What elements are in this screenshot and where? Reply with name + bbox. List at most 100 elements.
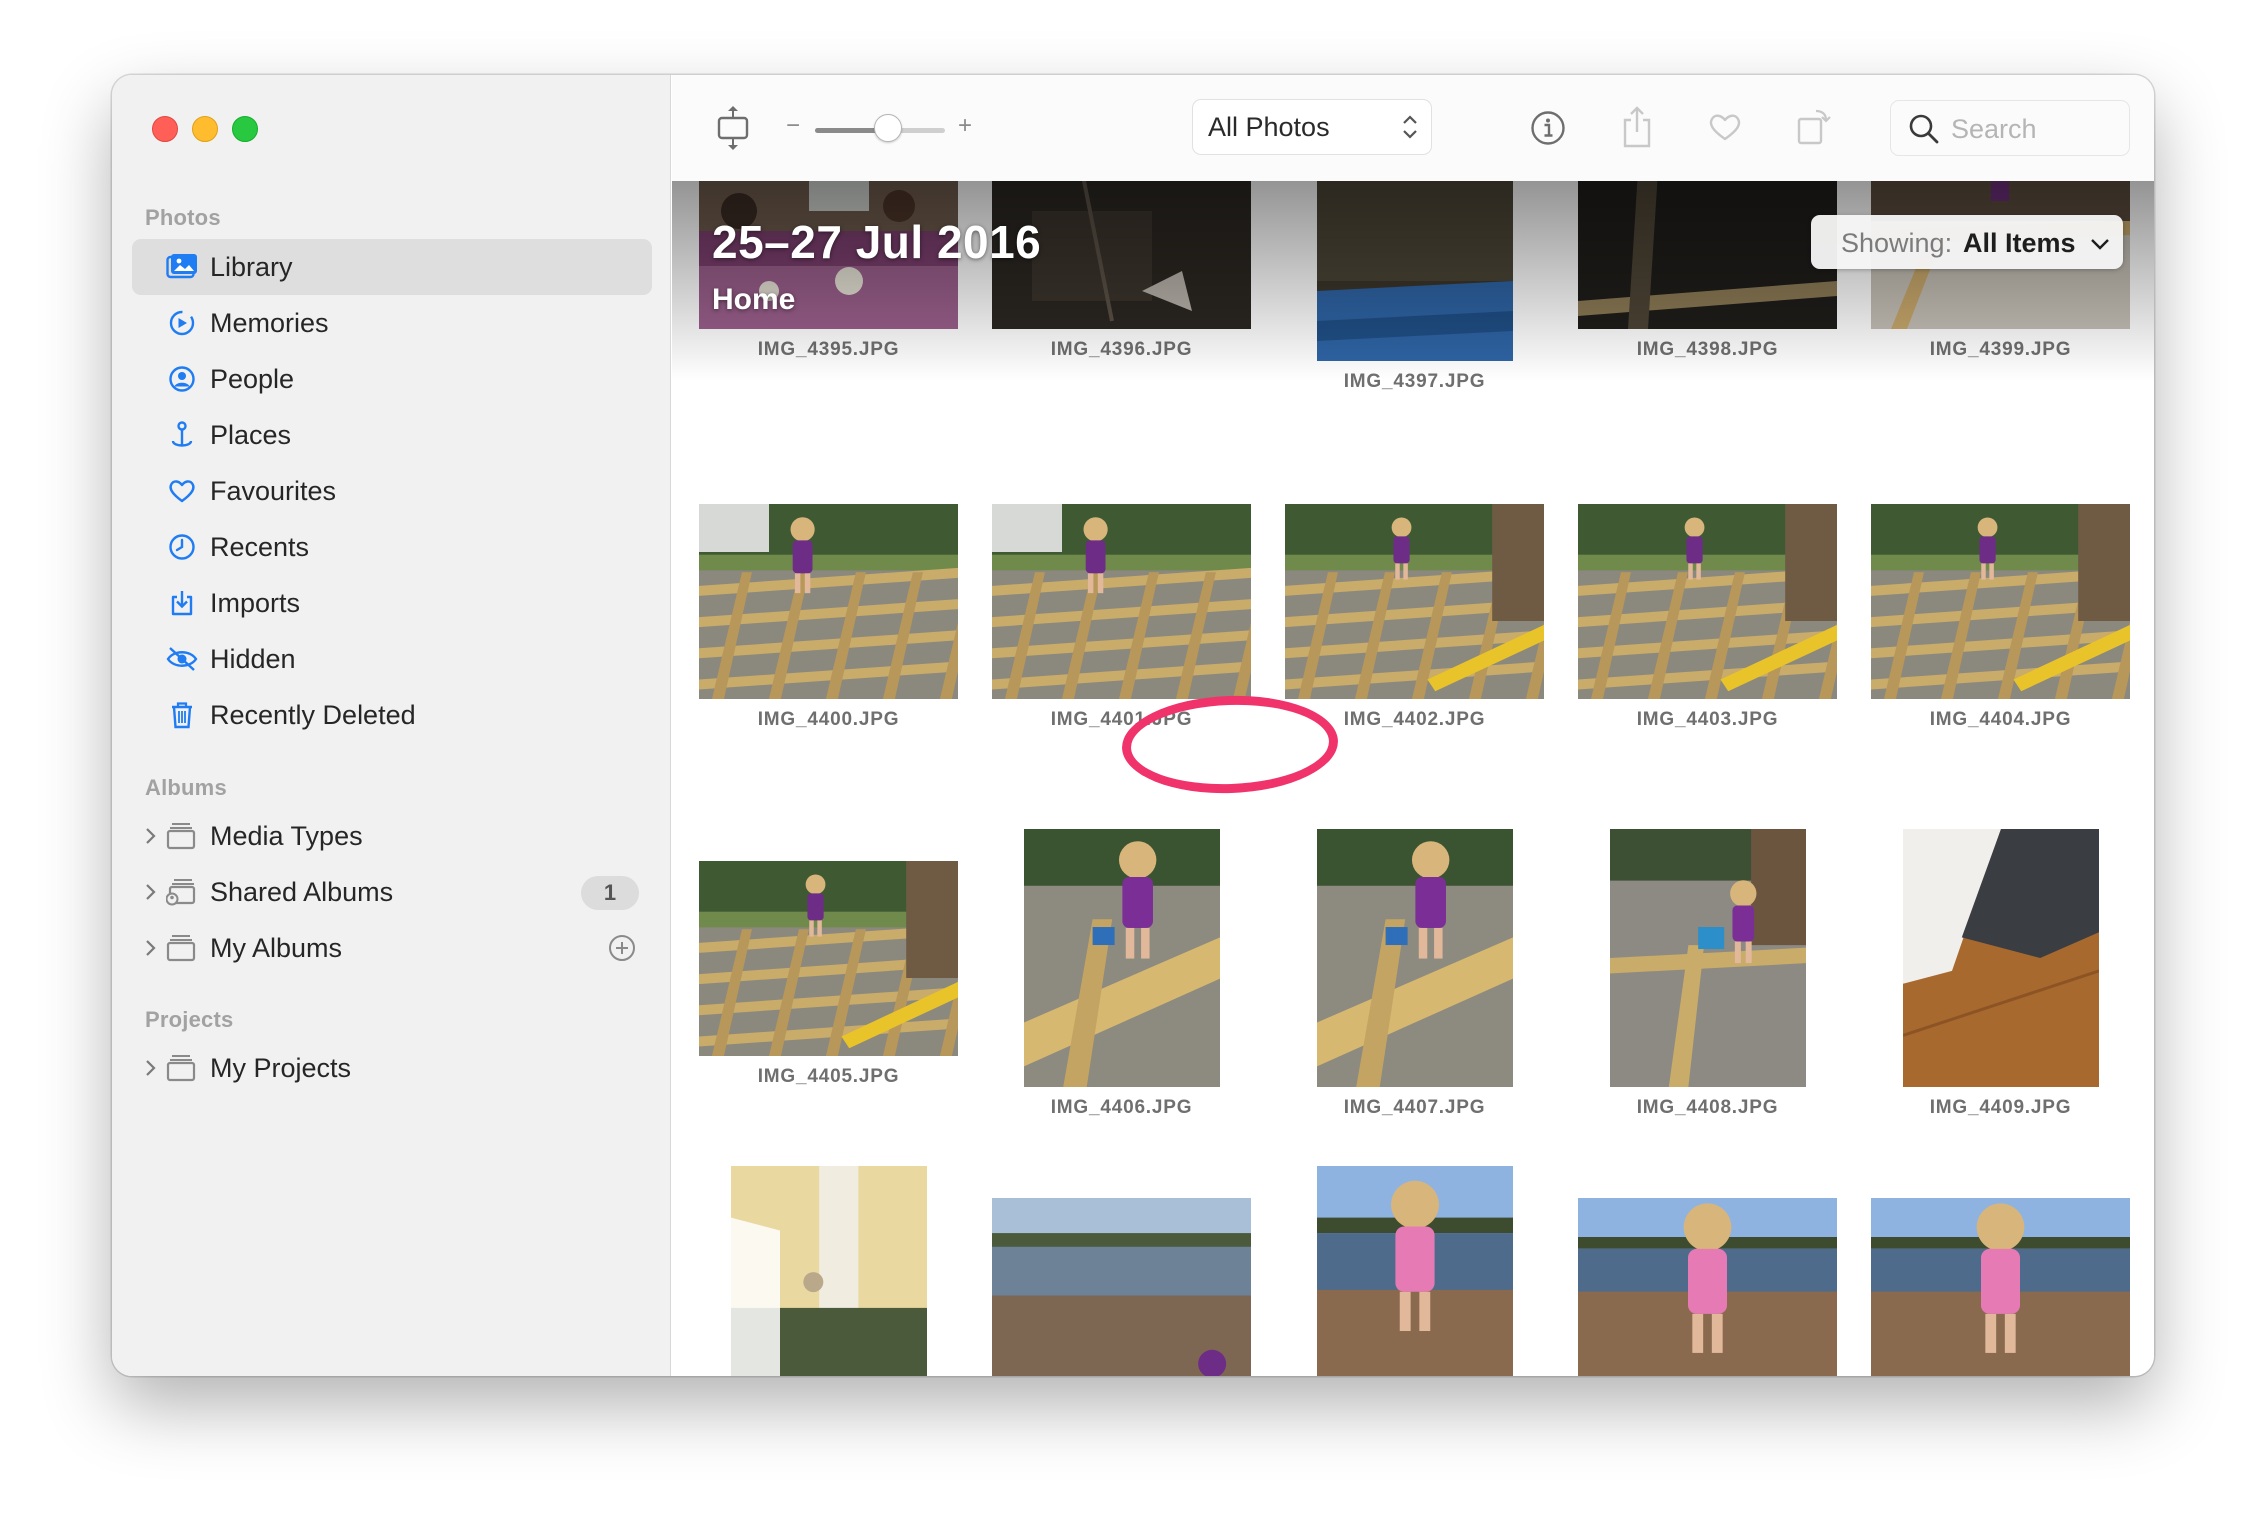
shared-album-icon bbox=[166, 879, 196, 906]
zoom-in-button[interactable]: + bbox=[958, 112, 972, 140]
sidebar-item-label: Recently Deleted bbox=[210, 700, 416, 730]
photos-window: Photos Library Memories People Places Fa… bbox=[112, 75, 2154, 1376]
photo-filename-label: IMG_4406.JPG bbox=[1050, 1097, 1193, 1118]
toolbar: − + All Photos Search bbox=[672, 75, 2154, 182]
close-window-button[interactable] bbox=[152, 116, 178, 142]
photo-thumbnail[interactable] bbox=[1316, 829, 1513, 1087]
photo-filename-label: IMG_4407.JPG bbox=[1343, 1097, 1486, 1118]
sidebar-item-memories[interactable]: Memories bbox=[132, 295, 652, 351]
photo-thumbnail[interactable] bbox=[699, 861, 958, 1056]
photo-filename-label: IMG_4403.JPG bbox=[1636, 709, 1779, 730]
imports-icon bbox=[171, 591, 193, 616]
sidebar-item-label: Memories bbox=[210, 308, 329, 338]
trash-icon bbox=[172, 702, 192, 729]
sidebar-item-shared-albums[interactable]: Shared Albums 1 bbox=[132, 864, 652, 920]
showing-filter-value: All Items bbox=[1963, 228, 2076, 258]
zoom-out-button[interactable]: − bbox=[786, 112, 800, 140]
photo-thumbnail[interactable] bbox=[1609, 829, 1806, 1087]
hidden-icon bbox=[166, 647, 198, 671]
moment-title: 25–27 Jul 2016 bbox=[712, 216, 1042, 268]
zoom-window-button[interactable] bbox=[232, 116, 258, 142]
album-stack-icon bbox=[166, 1055, 196, 1082]
sidebar-item-media-types[interactable]: Media Types bbox=[132, 808, 652, 864]
photo-filename-label: IMG_4395.JPG bbox=[757, 339, 900, 360]
sidebar-item-people[interactable]: People bbox=[132, 351, 652, 407]
photo-thumbnail[interactable] bbox=[1902, 829, 2099, 1087]
places-icon bbox=[171, 421, 193, 447]
library-icon bbox=[166, 254, 197, 279]
photo-thumbnail[interactable] bbox=[1023, 829, 1220, 1087]
minimize-window-button[interactable] bbox=[192, 116, 218, 142]
heart-icon bbox=[1709, 114, 1741, 141]
memories-icon bbox=[169, 310, 195, 336]
chevron-right-icon[interactable] bbox=[142, 938, 158, 958]
sidebar-item-recents[interactable]: Recents bbox=[132, 519, 652, 575]
photo-filename-label: IMG_4399.JPG bbox=[1929, 339, 2072, 360]
sidebar-item-label: My Albums bbox=[210, 933, 343, 963]
photo-thumbnail[interactable] bbox=[1871, 504, 2130, 699]
rotate-icon bbox=[1797, 109, 1831, 145]
sidebar-item-label: Imports bbox=[210, 588, 301, 618]
sidebar-item-label: Media Types bbox=[210, 821, 363, 851]
sidebar-item-recently-deleted[interactable]: Recently Deleted bbox=[132, 687, 652, 743]
share-icon bbox=[1623, 106, 1651, 148]
photo-thumbnail[interactable] bbox=[1316, 1166, 1513, 1376]
photo-filename-label: IMG_4398.JPG bbox=[1636, 339, 1779, 360]
photo-thumbnail[interactable] bbox=[992, 1198, 1251, 1376]
photo-thumbnail[interactable] bbox=[1871, 1198, 2130, 1376]
chevron-down-icon bbox=[2091, 239, 2109, 250]
photo-grid: IMG_4395.JPG IMG_4396.JPG IMG_4397.JPG IMG_… bbox=[672, 181, 2154, 1376]
view-selector-value: All Photos bbox=[1208, 112, 1330, 142]
photo-thumbnail[interactable] bbox=[699, 504, 958, 699]
sidebar-item-library[interactable]: Library bbox=[132, 239, 652, 295]
sidebar-item-places[interactable]: Places bbox=[132, 407, 652, 463]
section-title-albums: Albums bbox=[145, 775, 227, 800]
chevron-right-icon[interactable] bbox=[142, 826, 158, 846]
photo-thumbnail[interactable] bbox=[1316, 181, 1513, 361]
recents-icon bbox=[169, 534, 195, 560]
sidebar-item-my-albums[interactable]: My Albums bbox=[132, 920, 652, 976]
updown-chevron-icon bbox=[1403, 115, 1417, 139]
sidebar-item-favourites[interactable]: Favourites bbox=[132, 463, 652, 519]
photo-thumbnail[interactable] bbox=[1578, 504, 1837, 699]
showing-filter-prefix: Showing: bbox=[1841, 228, 1953, 258]
add-album-icon[interactable] bbox=[608, 934, 636, 962]
photo-filename-label: IMG_4404.JPG bbox=[1929, 709, 2072, 730]
sidebar-item-my-projects[interactable]: My Projects bbox=[132, 1040, 652, 1096]
sidebar-item-imports[interactable]: Imports bbox=[132, 575, 652, 631]
section-title-projects: Projects bbox=[145, 1007, 234, 1032]
view-selector[interactable]: All Photos bbox=[1192, 99, 1432, 155]
photo-thumbnail[interactable] bbox=[730, 1166, 927, 1376]
shared-albums-count-badge: 1 bbox=[581, 876, 639, 910]
photo-thumbnail[interactable] bbox=[992, 504, 1251, 699]
photo-filename-label: IMG_4397.JPG bbox=[1343, 371, 1486, 392]
album-stack-icon bbox=[166, 935, 196, 962]
search-placeholder: Search bbox=[1951, 114, 2037, 144]
chevron-right-icon[interactable] bbox=[142, 882, 158, 902]
people-icon bbox=[169, 366, 195, 392]
info-icon[interactable] bbox=[1530, 110, 1566, 146]
photo-filename-label: IMG_4408.JPG bbox=[1636, 1097, 1779, 1118]
search-field[interactable]: Search bbox=[1890, 100, 2130, 156]
sidebar-item-label: Hidden bbox=[210, 644, 296, 674]
aspect-toggle-icon[interactable] bbox=[716, 105, 750, 151]
sidebar-item-hidden[interactable]: Hidden bbox=[132, 631, 652, 687]
sidebar-item-label: Places bbox=[210, 420, 292, 450]
showing-filter-button[interactable]: Showing: All Items bbox=[1811, 215, 2123, 269]
favourites-icon bbox=[169, 480, 195, 503]
moment-subtitle: Home bbox=[712, 283, 796, 316]
section-title-photos: Photos bbox=[145, 205, 221, 230]
photo-thumbnail[interactable] bbox=[1578, 181, 1837, 329]
sidebar: Photos Library Memories People Places Fa… bbox=[112, 75, 671, 1376]
photo-thumbnail[interactable] bbox=[1285, 504, 1544, 699]
chevron-right-icon[interactable] bbox=[142, 1058, 158, 1078]
zoom-slider-knob[interactable] bbox=[873, 114, 902, 142]
photo-filename-label: IMG_4405.JPG bbox=[757, 1066, 900, 1087]
sidebar-item-label: My Projects bbox=[210, 1053, 352, 1083]
album-stack-icon bbox=[166, 823, 196, 850]
photo-thumbnail[interactable] bbox=[1578, 1198, 1837, 1376]
photo-filename-label: IMG_4409.JPG bbox=[1929, 1097, 2072, 1118]
sidebar-item-label: Recents bbox=[210, 532, 310, 562]
sidebar-item-label: Library bbox=[210, 252, 293, 282]
photo-filename-label: IMG_4396.JPG bbox=[1050, 339, 1193, 360]
